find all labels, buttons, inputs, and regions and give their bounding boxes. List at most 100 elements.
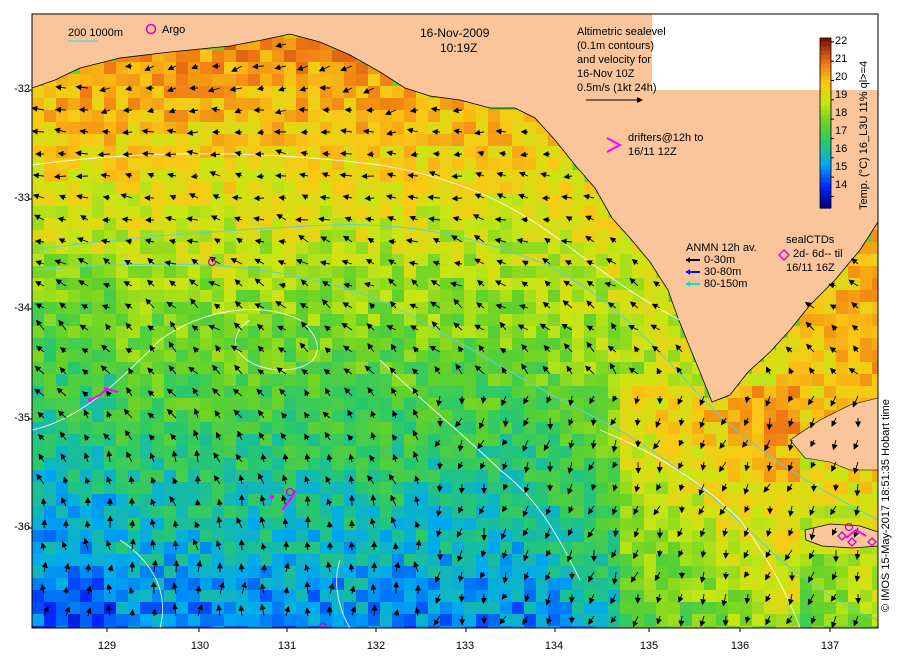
sst-cell: [416, 518, 429, 531]
sst-cell: [104, 98, 117, 111]
sst-cell: [260, 158, 273, 171]
sst-cell: [248, 458, 261, 471]
sst-cell: [620, 578, 633, 591]
sst-cell: [500, 242, 513, 255]
sst-cell: [788, 482, 801, 495]
sst-cell: [92, 542, 105, 555]
sst-cell: [584, 230, 597, 243]
sst-cell: [728, 434, 741, 447]
sst-cell: [224, 278, 237, 291]
sst-cell: [104, 74, 117, 87]
sst-cell: [56, 458, 69, 471]
sst-cell: [296, 374, 309, 387]
sst-cell: [656, 602, 669, 615]
sst-cell: [152, 446, 165, 459]
sst-cell: [632, 446, 645, 459]
sst-cell: [380, 350, 393, 363]
sst-cell: [836, 338, 849, 351]
sst-cell: [416, 386, 429, 399]
sst-cell: [440, 290, 453, 303]
sst-cell: [92, 122, 105, 135]
sst-cell: [56, 590, 69, 603]
sst-cell: [692, 518, 705, 531]
sst-cell: [140, 554, 153, 567]
sst-cell: [512, 278, 525, 291]
sst-cell: [428, 254, 441, 267]
sst-cell: [320, 98, 333, 111]
sst-cell: [104, 530, 117, 543]
sst-cell: [80, 122, 93, 135]
sst-cell: [584, 470, 597, 483]
sst-cell: [596, 374, 609, 387]
sst-cell: [260, 62, 273, 75]
sst-cell: [680, 542, 693, 555]
sst-cell: [296, 194, 309, 207]
sst-cell: [428, 470, 441, 483]
sst-cell: [56, 350, 69, 363]
sst-cell: [740, 410, 753, 423]
sst-cell: [188, 62, 201, 75]
sst-cell: [56, 422, 69, 435]
sst-cell: [248, 290, 261, 303]
sst-cell: [284, 302, 297, 315]
sst-cell: [476, 422, 489, 435]
sst-cell: [176, 578, 189, 591]
sst-cell: [476, 470, 489, 483]
sst-cell: [152, 362, 165, 375]
sst-cell: [272, 554, 285, 567]
sst-cell: [128, 338, 141, 351]
sst-cell: [500, 554, 513, 567]
sst-cell: [356, 338, 369, 351]
sst-cell: [812, 398, 825, 411]
lat-tick-label: -33: [14, 192, 30, 204]
sst-cell: [140, 98, 153, 111]
sst-cell: [572, 206, 585, 219]
sst-cell: [140, 206, 153, 219]
sst-cell: [704, 422, 717, 435]
plot-area: [32, 14, 878, 628]
colorbar-segment: [820, 195, 831, 201]
colorbar-segment: [820, 101, 831, 107]
sst-cell: [440, 302, 453, 315]
sst-cell: [368, 230, 381, 243]
sst-cell: [356, 314, 369, 327]
sst-cell: [152, 554, 165, 567]
sst-cell: [416, 506, 429, 519]
sst-cell: [548, 494, 561, 507]
sst-cell: [140, 506, 153, 519]
sst-cell: [548, 326, 561, 339]
sst-cell: [284, 554, 297, 567]
sst-cell: [176, 218, 189, 231]
sst-cell: [620, 458, 633, 471]
sst-cell: [368, 338, 381, 351]
sst-cell: [152, 302, 165, 315]
sst-cell: [368, 314, 381, 327]
sst-cell: [92, 590, 105, 603]
sst-cell: [440, 110, 453, 123]
sst-cell: [380, 386, 393, 399]
sst-cell: [656, 374, 669, 387]
sst-cell: [620, 266, 633, 279]
sst-cell: [320, 494, 333, 507]
sst-cell: [308, 74, 321, 87]
sst-cell: [272, 62, 285, 75]
sst-cell: [668, 542, 681, 555]
sst-cell: [188, 74, 201, 87]
sst-cell: [476, 518, 489, 531]
sst-cell: [584, 374, 597, 387]
sst-cell: [188, 158, 201, 171]
sst-cell: [572, 614, 585, 627]
sst-cell: [56, 506, 69, 519]
sst-cell: [608, 506, 621, 519]
sst-cell: [32, 266, 45, 279]
sst-cell: [524, 350, 537, 363]
sst-cell: [404, 458, 417, 471]
sst-cell: [224, 302, 237, 315]
sst-cell: [56, 134, 69, 147]
velocity-arrow: [542, 216, 551, 223]
sst-cell: [344, 338, 357, 351]
sst-cell: [368, 446, 381, 459]
sst-cell: [44, 542, 57, 555]
sst-cell: [632, 374, 645, 387]
sst-cell: [296, 494, 309, 507]
